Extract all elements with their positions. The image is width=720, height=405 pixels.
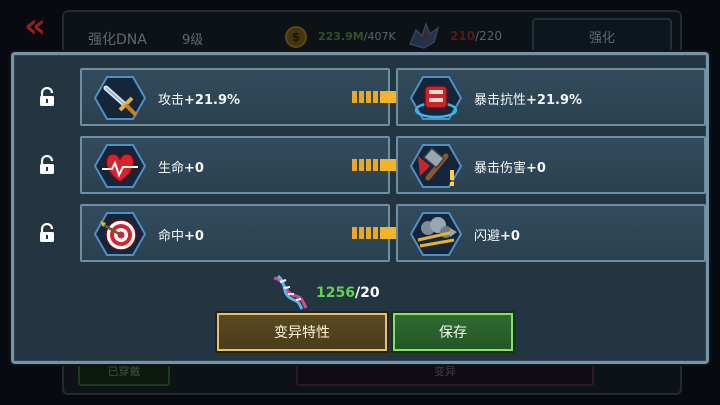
- unlock-icon[interactable]: [38, 87, 56, 107]
- trait-name: 攻击: [158, 93, 185, 108]
- trait-row: 生命+0 暴击伤害+0: [14, 136, 706, 194]
- trait-value: +21.9%: [184, 93, 241, 108]
- dna-icon: [273, 274, 308, 310]
- trait-value: +0: [184, 161, 204, 176]
- current-trait-card: 生命+0: [80, 136, 390, 194]
- trait-value: +0: [526, 161, 546, 176]
- unlock-icon[interactable]: [38, 223, 56, 243]
- sword-icon: [94, 76, 146, 120]
- trait-name: 命中: [158, 229, 185, 244]
- target-icon: [94, 212, 146, 256]
- armor-icon: [410, 76, 462, 120]
- hammer-icon: [410, 144, 462, 188]
- trait-row: 命中+0 闪避+0: [14, 204, 706, 262]
- trait-value: +0: [184, 229, 204, 244]
- mutation-modal: 攻击+21.9% 暴击抗性+21.9% 生命+0 暴击伤害+0 命中+0 闪避+…: [11, 52, 709, 364]
- current-trait-card: 命中+0: [80, 204, 390, 262]
- dna-need: /20: [354, 285, 380, 301]
- trait-label: 暴击抗性+21.9%: [474, 89, 582, 108]
- trait-label: 命中+0: [158, 225, 204, 244]
- trait-name: 生命: [158, 161, 185, 176]
- mutate-trait-button[interactable]: 变异特性: [217, 313, 387, 351]
- trait-name: 闪避: [474, 229, 501, 244]
- new-trait-card: 暴击伤害+0: [396, 136, 706, 194]
- trait-label: 攻击+21.9%: [158, 89, 240, 108]
- current-trait-card: 攻击+21.9%: [80, 68, 390, 126]
- trait-value: +0: [500, 229, 520, 244]
- heart-icon: [94, 144, 146, 188]
- dodge-icon: [410, 212, 462, 256]
- dna-have: 1256: [316, 285, 355, 301]
- unlock-icon[interactable]: [38, 155, 56, 175]
- trait-name: 暴击伤害: [474, 161, 527, 176]
- new-trait-card: 闪避+0: [396, 204, 706, 262]
- save-button[interactable]: 保存: [393, 313, 513, 351]
- trait-value: +21.9%: [526, 93, 583, 108]
- trait-label: 闪避+0: [474, 225, 520, 244]
- new-trait-card: 暴击抗性+21.9%: [396, 68, 706, 126]
- trait-label: 生命+0: [158, 157, 204, 176]
- trait-name: 暴击抗性: [474, 93, 527, 108]
- dna-cost: 1256/20: [316, 285, 380, 301]
- trait-label: 暴击伤害+0: [474, 157, 546, 176]
- trait-row: 攻击+21.9% 暴击抗性+21.9%: [14, 68, 706, 126]
